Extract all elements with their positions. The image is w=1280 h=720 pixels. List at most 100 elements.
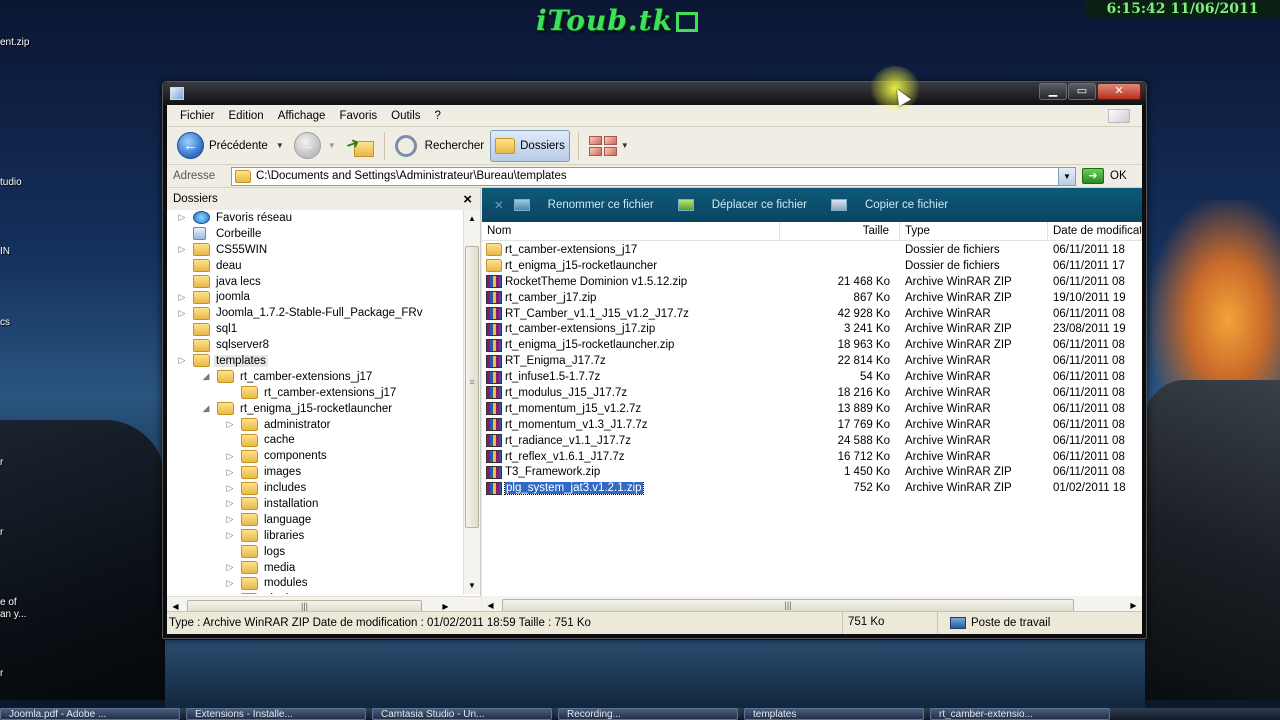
tree-item[interactable]: ▷plugins <box>167 591 459 594</box>
desktop-icon-label[interactable]: r <box>0 668 3 679</box>
forward-dropdown-icon[interactable]: ▼ <box>328 141 336 150</box>
file-row[interactable]: rt_reflex_v1.6.1_J17.7z 16 712 Ko Archive … <box>482 449 1142 465</box>
tree-scroll-thumb[interactable]: ≡ <box>465 246 479 528</box>
tree-item[interactable]: ▷ language <box>167 512 459 528</box>
tree-expander-icon[interactable]: ▷ <box>225 451 235 462</box>
up-folder-button[interactable] <box>342 130 376 162</box>
menu-fichier[interactable]: Fichier <box>173 110 222 122</box>
file-row[interactable]: rt_infuse1.5-1.7.7z 54 Ko Archive WinRAR 06… <box>482 369 1142 385</box>
scroll-up-icon[interactable]: ▲ <box>464 210 480 227</box>
tree-item[interactable]: ▷ administrator <box>167 417 459 433</box>
address-input[interactable]: C:\Documents and Settings\Administrateur… <box>231 166 1076 186</box>
desktop-icon-label[interactable]: cs <box>0 317 10 328</box>
tree-item[interactable]: sql1 <box>167 321 459 337</box>
tree-item[interactable]: cache <box>167 432 459 448</box>
menu-outils[interactable]: Outils <box>384 110 427 122</box>
file-row[interactable]: rt_radiance_v1.1_J17.7z 24 588 Ko Archive … <box>482 433 1142 449</box>
menu-affichage[interactable]: Affichage <box>271 110 333 122</box>
file-row[interactable]: RT_Enigma_J17.7z 22 814 Ko Archive WinRAR 0… <box>482 353 1142 369</box>
tree-item[interactable]: sqlserver8 <box>167 337 459 353</box>
file-name-cell[interactable]: plg_system_jat3.v1.2.1.zip <box>482 481 780 495</box>
taskbar-button[interactable]: rt_camber-extensio... <box>930 708 1110 720</box>
file-row[interactable]: RT_Camber_v1.1_J15_v1.2_J17.7z 42 928 Ko A… <box>482 306 1142 322</box>
taskbar-button[interactable]: Joomla.pdf - Adobe ... <box>0 708 180 720</box>
file-name-cell[interactable]: RocketTheme Dominion v1.5.12.zip <box>482 275 780 289</box>
folders-button[interactable]: Dossiers <box>490 129 570 162</box>
minimize-button[interactable]: ▁ <box>1039 83 1067 100</box>
tree-item[interactable]: ▷ Joomla_1.7.2-Stable-Full_Package_FRv <box>167 305 459 321</box>
taskbar-button[interactable]: Recording... <box>558 708 738 720</box>
address-dropdown-icon[interactable]: ▼ <box>1058 167 1075 185</box>
tree-item[interactable]: java lecs <box>167 274 459 290</box>
file-name-cell[interactable]: rt_camber-extensions_j17 <box>482 243 780 257</box>
file-row[interactable]: rt_camber-extensions_j17 Dossier de fichi… <box>482 242 1142 258</box>
search-button[interactable]: Rechercher <box>391 130 488 162</box>
file-name-cell[interactable]: RT_Camber_v1.1_J15_v1.2_J17.7z <box>482 307 780 320</box>
file-name-cell[interactable]: rt_reflex_v1.6.1_J17.7z <box>482 450 780 464</box>
file-name-cell[interactable]: rt_camber_j17.zip <box>482 291 780 305</box>
file-row[interactable]: rt_modulus_J15_J17.7z 18 216 Ko Archive Wi… <box>482 385 1142 401</box>
back-dropdown-icon[interactable]: ▼ <box>276 141 284 150</box>
desktop-icon-label[interactable]: r <box>0 457 3 468</box>
tree-item[interactable]: ▷ includes <box>167 480 459 496</box>
column-name[interactable]: Nom <box>482 222 780 240</box>
tree-item[interactable]: ▷ libraries <box>167 528 459 544</box>
move-task[interactable]: Déplacer ce fichier <box>666 188 819 222</box>
column-date[interactable]: Date de modificatio <box>1048 222 1142 240</box>
tree-item[interactable]: ▷ images <box>167 464 459 480</box>
rename-task[interactable]: ✕ Renommer ce fichier <box>482 188 666 222</box>
file-row[interactable]: RocketTheme Dominion v1.5.12.zip 21 468 K… <box>482 274 1142 290</box>
address-path[interactable]: C:\Documents and Settings\Administrateur… <box>256 170 567 182</box>
file-name-cell[interactable]: rt_infuse1.5-1.7.7z <box>482 370 780 384</box>
title-bar[interactable]: ▁ ▭ ✕ <box>163 82 1146 105</box>
column-size[interactable]: Taille <box>780 222 900 240</box>
tree-expander-icon[interactable]: ▷ <box>177 292 187 303</box>
desktop-icon-label[interactable]: an y... <box>0 609 27 620</box>
file-row[interactable]: rt_enigma_j15-rocketlauncher Dossier de f… <box>482 258 1142 274</box>
copy-task[interactable]: Copier ce fichier <box>819 188 960 222</box>
back-button[interactable]: ← Précédente ▼ <box>173 130 288 162</box>
tree-item[interactable]: ▷ media <box>167 560 459 576</box>
menu-edition[interactable]: Edition <box>222 110 271 122</box>
tree-expander-icon[interactable]: ▷ <box>177 308 187 319</box>
tree-item[interactable]: ◢ rt_camber-extensions_j17 <box>167 369 459 385</box>
file-row[interactable]: T3_Framework.zip 1 450 Ko Archive WinRAR Z… <box>482 464 1142 480</box>
tree-expander-icon[interactable]: ▷ <box>225 419 235 430</box>
tree-item[interactable]: ▷ components <box>167 448 459 464</box>
tree-expander-icon[interactable]: ▷ <box>225 514 235 525</box>
file-row[interactable]: rt_enigma_j15-rocketlauncher.zip 18 963 K… <box>482 337 1142 353</box>
tree-item[interactable]: rt_camber-extensions_j17 <box>167 385 459 401</box>
taskbar-button[interactable]: Extensions - Installe... <box>186 708 366 720</box>
tree-expander-icon[interactable]: ▷ <box>177 212 187 223</box>
file-name-cell[interactable]: rt_enigma_j15-rocketlauncher <box>482 259 780 273</box>
tree-item[interactable]: ▷ templates <box>167 353 459 369</box>
tree-item[interactable]: ▷ CS55WIN <box>167 242 459 258</box>
tree-item[interactable]: ▷ modules <box>167 575 459 591</box>
task-close-icon[interactable]: ✕ <box>494 198 504 212</box>
tree-expander-icon[interactable]: ▷ <box>225 530 235 541</box>
file-row[interactable]: rt_camber_j17.zip 867 Ko Archive WinRAR ZI… <box>482 290 1142 306</box>
desktop-icon-label[interactable]: e of <box>0 597 17 608</box>
forward-button[interactable]: → ▼ <box>290 130 340 162</box>
file-name-cell[interactable]: rt_camber-extensions_j17.zip <box>482 322 780 336</box>
window-app-icon[interactable] <box>170 87 184 100</box>
file-row[interactable]: rt_camber-extensions_j17.zip 3 241 Ko Arch… <box>482 321 1142 337</box>
tree-item[interactable]: ▷ installation <box>167 496 459 512</box>
tree-item[interactable]: Corbeille <box>167 226 459 242</box>
file-row[interactable]: plg_system_jat3.v1.2.1.zip 752 Ko Archive … <box>482 480 1142 496</box>
tree-expander-icon[interactable]: ▷ <box>225 578 235 589</box>
tree-expander-icon[interactable]: ◢ <box>201 371 211 382</box>
close-button[interactable]: ✕ <box>1097 83 1141 100</box>
tree-expander-icon[interactable]: ▷ <box>225 483 235 494</box>
file-row[interactable]: rt_momentum_v1.3_J1.7.7z 17 769 Ko Archive… <box>482 417 1142 433</box>
taskbar-button[interactable]: Camtasia Studio - Un... <box>372 708 552 720</box>
tree-expander-icon[interactable]: ▷ <box>225 562 235 573</box>
tree-item[interactable]: logs <box>167 544 459 560</box>
file-name-cell[interactable]: rt_modulus_J15_J17.7z <box>482 386 780 400</box>
file-name-cell[interactable]: rt_momentum_j15_v1.2.7z <box>482 402 780 416</box>
file-name-cell[interactable]: T3_Framework.zip <box>482 465 780 479</box>
tree-vertical-scrollbar[interactable]: ▲ ≡ ▼ <box>463 210 480 594</box>
maximize-button[interactable]: ▭ <box>1068 83 1096 100</box>
views-button[interactable]: ▼ <box>585 130 633 162</box>
file-name-cell[interactable]: rt_enigma_j15-rocketlauncher.zip <box>482 338 780 352</box>
